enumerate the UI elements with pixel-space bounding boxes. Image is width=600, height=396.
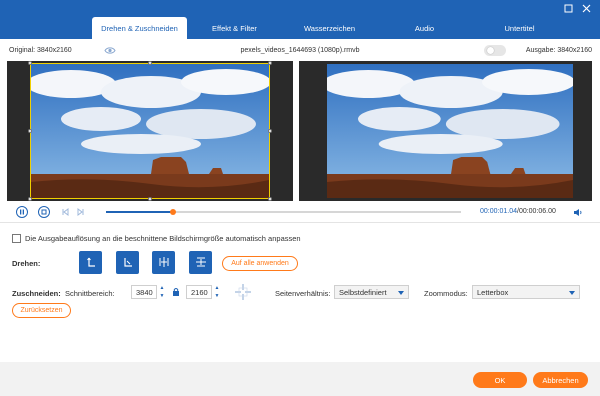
minimize-icon[interactable] xyxy=(562,2,574,14)
auto-resize-checkbox[interactable] xyxy=(12,234,21,243)
current-time: 00:00:01.04 xyxy=(480,208,517,215)
output-resolution: Ausgabe: 3840x2160 xyxy=(525,47,592,54)
tab-rotate-crop[interactable]: Drehen & Zuschneiden xyxy=(92,17,187,39)
lock-icon[interactable] xyxy=(172,287,180,299)
dropdown-caret-icon xyxy=(398,291,404,295)
preview-toggle[interactable] xyxy=(484,45,506,56)
original-preview xyxy=(7,61,293,201)
aspect-ratio-select[interactable]: Selbstdefiniert xyxy=(334,285,409,299)
crop-handle-bottom-right[interactable] xyxy=(268,197,272,201)
auto-resize-row: Die Ausgabeauflösung an die beschnittene… xyxy=(12,234,301,243)
pause-icon[interactable] xyxy=(16,206,28,218)
time-display: 00:00:01.04/00:00:06.00 xyxy=(480,208,556,215)
tab-bar: Drehen & Zuschneiden Effekt & Filter Was… xyxy=(92,17,567,39)
tab-subtitle[interactable]: Untertitel xyxy=(472,17,567,39)
crop-area-label: Schnittbereich: xyxy=(65,289,115,298)
crop-handle-bottom-left[interactable] xyxy=(28,197,32,201)
crop-handle-right[interactable] xyxy=(268,129,272,133)
chevron-down-icon[interactable]: ▼ xyxy=(160,293,165,299)
rotate-label: Drehen: xyxy=(12,259,41,268)
tab-effect-filter[interactable]: Effekt & Filter xyxy=(187,17,282,39)
playback-controls: 00:00:01.04/00:00:06.00 xyxy=(0,204,600,220)
crop-height-stepper[interactable]: ▲ ▼ xyxy=(213,285,221,299)
apply-to-all-button[interactable]: Auf alle anwenden xyxy=(222,256,298,271)
crop-frame[interactable] xyxy=(30,63,270,199)
crop-handle-top-left[interactable] xyxy=(28,61,32,65)
reset-button[interactable]: Zurücksetzen xyxy=(12,303,71,318)
rotate-right-button[interactable] xyxy=(116,251,139,274)
stop-icon[interactable] xyxy=(38,206,50,218)
flip-vertical-icon xyxy=(195,256,207,270)
cancel-button[interactable]: Abbrechen xyxy=(533,372,588,388)
output-preview xyxy=(299,61,592,201)
aspect-ratio-value: Selbstdefiniert xyxy=(339,287,387,297)
flip-horizontal-icon xyxy=(158,256,170,270)
crop-width-stepper[interactable]: ▲ ▼ xyxy=(158,285,166,299)
tab-watermark[interactable]: Wasserzeichen xyxy=(282,17,377,39)
aspect-ratio-label: Seitenverhältnis: xyxy=(275,289,331,298)
flip-vertical-button[interactable] xyxy=(189,251,212,274)
tab-audio[interactable]: Audio xyxy=(377,17,472,39)
progress-bar[interactable] xyxy=(106,209,461,215)
info-bar: Original: 3840x2160 pexels_videos_164469… xyxy=(0,44,600,58)
zoom-mode-value: Letterbox xyxy=(477,287,509,297)
rotate-left-icon xyxy=(85,256,97,270)
crop-handle-top[interactable] xyxy=(148,61,152,65)
flip-horizontal-button[interactable] xyxy=(152,251,175,274)
previous-frame-icon[interactable] xyxy=(59,206,71,218)
ok-button[interactable]: OK xyxy=(473,372,527,388)
volume-icon[interactable] xyxy=(572,206,584,218)
crosshair-icon[interactable] xyxy=(233,282,253,304)
chevron-up-icon[interactable]: ▲ xyxy=(215,285,220,291)
rotate-left-button[interactable] xyxy=(79,251,102,274)
crop-label: Zuschneiden: xyxy=(12,289,61,298)
next-frame-icon[interactable] xyxy=(75,206,87,218)
progress-knob[interactable] xyxy=(170,209,177,215)
zoom-mode-select[interactable]: Letterbox xyxy=(472,285,580,299)
dropdown-caret-icon xyxy=(569,291,575,295)
video-filename: pexels_videos_1644693 (1080p).rmvb xyxy=(240,47,360,54)
crop-handle-bottom[interactable] xyxy=(148,197,152,201)
close-icon[interactable] xyxy=(580,2,592,14)
footer-bar: OK Abbrechen xyxy=(0,362,600,396)
total-time: 00:00:06.00 xyxy=(518,208,556,215)
crop-handle-left[interactable] xyxy=(28,129,32,133)
chevron-down-icon[interactable]: ▼ xyxy=(215,293,220,299)
rotate-right-icon xyxy=(122,256,134,270)
progress-fill xyxy=(106,211,174,213)
divider xyxy=(0,222,600,223)
chevron-up-icon[interactable]: ▲ xyxy=(160,285,165,291)
crop-handle-top-right[interactable] xyxy=(268,61,272,65)
crop-width-input[interactable]: 3840 xyxy=(131,285,157,299)
auto-resize-label: Die Ausgabeauflösung an die beschnittene… xyxy=(25,234,301,243)
title-bar: Drehen & Zuschneiden Effekt & Filter Was… xyxy=(0,0,600,39)
output-video-frame xyxy=(327,64,573,198)
zoom-mode-label: Zoommodus: xyxy=(424,289,468,298)
crop-height-input[interactable]: 2160 xyxy=(186,285,212,299)
